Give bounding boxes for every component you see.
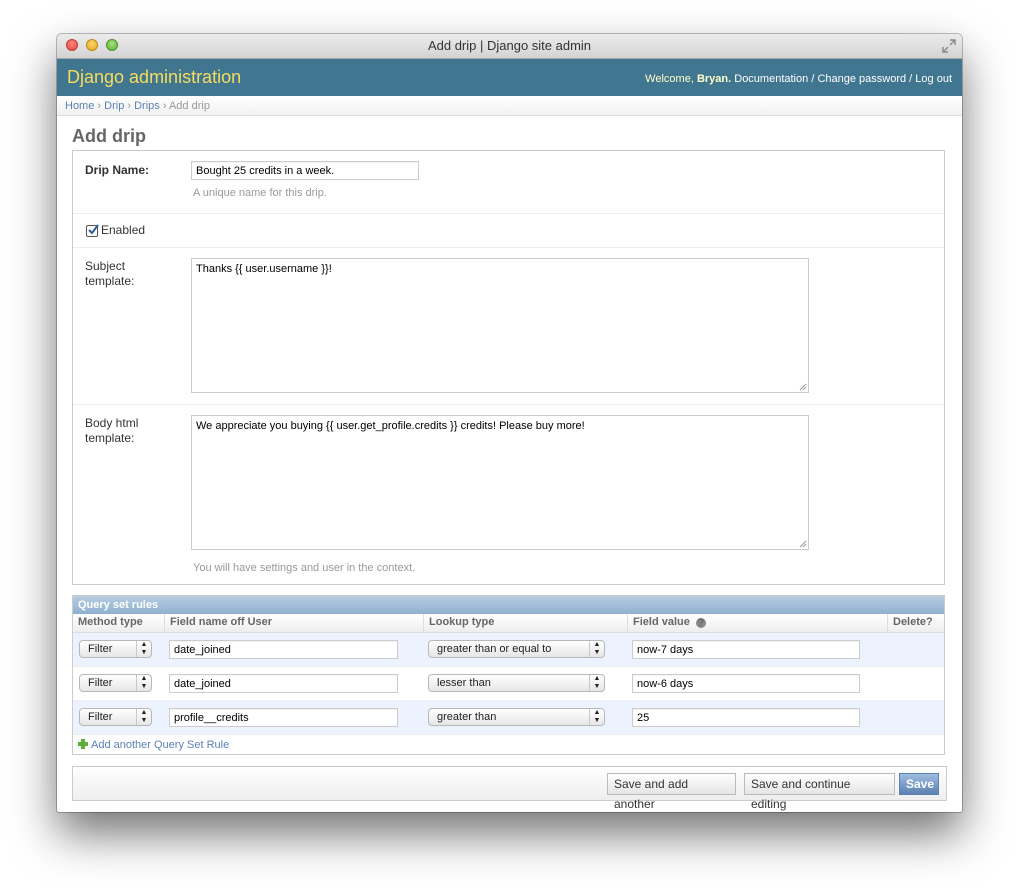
resize-grip-icon[interactable]	[799, 540, 807, 548]
body-template-help: You will have settings and user in the c…	[193, 562, 416, 574]
select-arrows-icon: ▲ ▼	[589, 709, 604, 725]
field-name-input[interactable]: date_joined	[169, 674, 398, 693]
lookup-type-select[interactable]: lesser than ▲ ▼	[428, 674, 605, 692]
user-tools-separator: /	[811, 73, 815, 85]
page-title: Add drip	[72, 126, 146, 146]
resize-grip-icon[interactable]	[799, 383, 807, 391]
help-icon[interactable]: ?	[695, 618, 706, 629]
lookup-type-select[interactable]: greater than ▲ ▼	[428, 708, 605, 726]
site-name[interactable]: Django administration	[67, 67, 241, 88]
add-icon	[78, 739, 88, 749]
inline-column-headers: Method type Field name off User Lookup t…	[73, 614, 944, 633]
lookup-type-value: lesser than	[437, 677, 491, 689]
column-header-method: Method type	[78, 616, 143, 628]
log-out-link[interactable]: Log out	[915, 73, 952, 85]
table-row: Filter ▲ ▼ date_joined greater than or equ…	[73, 633, 944, 667]
breadcrumb-app[interactable]: Drip	[104, 100, 124, 112]
user-tools: Welcome, Bryan. Documentation / Change p…	[645, 73, 952, 85]
field-name-input[interactable]: profile__credits	[169, 708, 398, 727]
select-arrows-icon: ▲ ▼	[589, 675, 604, 691]
table-row: Filter ▲ ▼ profile__credits greater than ▲ ▼…	[73, 701, 944, 735]
submit-row: Save and add another Save and continue e…	[72, 766, 947, 811]
subject-template-textarea[interactable]: Thanks {{ user.username }}!	[191, 258, 809, 393]
browser-window: Add drip | Django site admin Django admi…	[57, 34, 962, 812]
subject-template-label: Subject template:	[85, 259, 134, 289]
breadcrumb-model[interactable]: Drips	[134, 100, 160, 112]
lookup-type-value: greater than	[437, 711, 497, 723]
select-arrows-icon: ▲ ▼	[136, 709, 151, 725]
save-and-continue-button[interactable]: Save and continue editing	[744, 773, 895, 811]
field-value-input[interactable]: 25	[632, 708, 860, 727]
window-title: Add drip | Django site admin	[427, 38, 592, 53]
add-query-set-rule-link[interactable]: Add another Query Set Rule	[78, 739, 229, 751]
field-value-input[interactable]: now-7 days	[632, 640, 860, 659]
breadcrumb-separator: ›	[127, 100, 132, 112]
enabled-label: Enabled	[101, 223, 146, 237]
form-row-enabled: Enabled	[73, 213, 944, 248]
subject-label-line2: template:	[85, 274, 135, 288]
select-arrows-icon: ▲ ▼	[136, 675, 151, 691]
admin-header: Django administration Welcome, Bryan. Do…	[57, 59, 962, 96]
column-header-lookup: Lookup type	[429, 616, 495, 628]
select-arrows-icon: ▲ ▼	[136, 641, 151, 657]
welcome-text: Welcome,	[645, 73, 694, 85]
breadcrumb: Home › Drip › Drips › Add drip	[57, 96, 962, 116]
method-type-value: Filter	[88, 711, 113, 723]
body-template-value: We appreciate you buying {{ user.get_pro…	[196, 420, 585, 432]
breadcrumb-current: Add drip	[168, 100, 210, 112]
drip-name-label: Drip Name:	[85, 163, 150, 177]
form-row-subject: Subject template: Thanks {{ user.usernam…	[73, 247, 944, 405]
username: Bryan.	[696, 73, 732, 85]
drip-name-help: A unique name for this drip.	[193, 187, 327, 199]
column-header-delete: Delete?	[893, 616, 933, 628]
table-row: Filter ▲ ▼ date_joined lesser than ▲ ▼ now-6…	[73, 667, 944, 701]
body-label-line2: template:	[85, 431, 135, 445]
save-button[interactable]: Save	[899, 773, 939, 795]
method-type-value: Filter	[88, 643, 113, 655]
breadcrumb-home[interactable]: Home	[65, 100, 94, 112]
user-tools-separator: /	[909, 73, 913, 85]
subject-template-value: Thanks {{ user.username }}!	[196, 263, 332, 275]
form-row-name: Drip Name: Bought 25 credits in a week. …	[73, 151, 944, 214]
field-value-header-text: Field value	[633, 616, 690, 628]
checkmark-icon	[88, 224, 99, 235]
documentation-link[interactable]: Documentation	[734, 73, 808, 85]
drip-name-input[interactable]: Bought 25 credits in a week.	[191, 161, 419, 180]
column-header-field-value: Field value?	[633, 616, 706, 629]
window-titlebar: Add drip | Django site admin	[57, 34, 962, 59]
fullscreen-icon[interactable]	[942, 39, 956, 53]
body-template-label: Body html template:	[85, 416, 138, 446]
subject-label-line1: Subject	[85, 259, 126, 273]
save-and-add-another-button[interactable]: Save and add another	[607, 773, 736, 811]
add-rule-label: Add another Query Set Rule	[91, 739, 230, 751]
change-password-link[interactable]: Change password	[817, 73, 906, 85]
field-value-input[interactable]: now-6 days	[632, 674, 860, 693]
body-label-line1: Body html	[85, 416, 139, 430]
select-arrows-icon: ▲ ▼	[589, 641, 604, 657]
lookup-type-value: greater than or equal to	[437, 643, 552, 655]
breadcrumb-separator: ›	[162, 100, 167, 112]
column-header-field-name: Field name off User	[170, 616, 273, 628]
form-row-body: Body html template: We appreciate you bu…	[73, 404, 944, 585]
query-set-rules-inline: Query set rules Method type Field name o…	[72, 595, 945, 755]
drip-fieldset: Drip Name: Bought 25 credits in a week. …	[72, 150, 945, 585]
enabled-checkbox[interactable]	[86, 224, 99, 237]
method-type-select[interactable]: Filter ▲ ▼	[79, 708, 152, 726]
method-type-select[interactable]: Filter ▲ ▼	[79, 674, 152, 692]
method-type-select[interactable]: Filter ▲ ▼	[79, 640, 152, 658]
inline-title: Query set rules	[73, 596, 944, 614]
lookup-type-select[interactable]: greater than or equal to ▲ ▼	[428, 640, 605, 658]
field-name-input[interactable]: date_joined	[169, 640, 398, 659]
breadcrumb-separator: ›	[97, 100, 102, 112]
method-type-value: Filter	[88, 677, 113, 689]
body-template-textarea[interactable]: We appreciate you buying {{ user.get_pro…	[191, 415, 809, 550]
